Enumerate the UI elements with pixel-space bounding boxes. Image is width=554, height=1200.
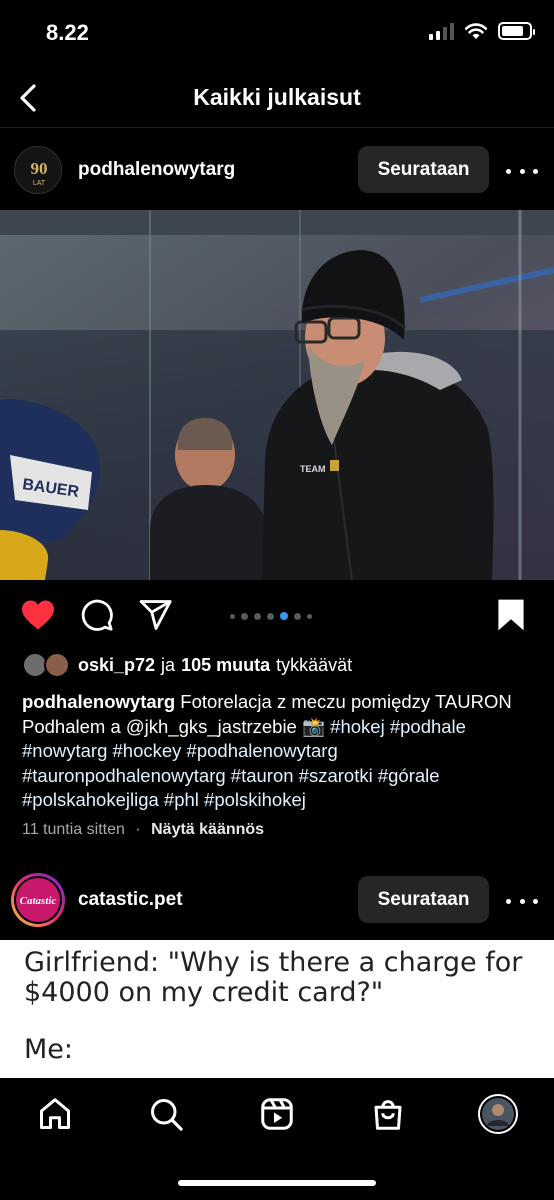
more-options-button[interactable] (506, 891, 538, 911)
cellular-signal-icon (429, 22, 454, 40)
liker-username[interactable]: oski_p72 (78, 655, 155, 676)
send-paper-plane-icon (139, 600, 172, 630)
svg-text:90: 90 (31, 159, 48, 178)
tab-home[interactable] (33, 1092, 77, 1136)
carousel-dot (254, 612, 261, 620)
anniversary-logo: 90 LAT (16, 148, 61, 193)
post-photo[interactable]: BAUER TEAM (0, 210, 554, 580)
meme-text: Me: (24, 1034, 74, 1065)
avatar (44, 652, 70, 678)
following-button[interactable]: Seurataan (358, 876, 489, 923)
meta-separator: · (135, 821, 141, 838)
comment-bubble-icon (81, 599, 113, 631)
catastic-logo-text: Catastic (20, 895, 57, 907)
wifi-icon (464, 23, 488, 39)
page-title: Kaikki julkaisut (193, 84, 361, 110)
save-button[interactable] (492, 596, 530, 634)
post-image[interactable]: Girlfriend: "Why is there a charge for $… (0, 940, 554, 1078)
carousel-dot (241, 612, 248, 620)
post-header: 90 LAT podhalenowytarg Seurataan (0, 130, 554, 210)
carousel-dot (230, 613, 235, 619)
status-icons (429, 22, 535, 40)
search-icon (151, 1099, 183, 1131)
share-button[interactable] (137, 596, 175, 634)
heart-filled-icon (22, 600, 54, 630)
carousel-dot (267, 612, 274, 620)
avatar[interactable]: Catastic (10, 872, 66, 928)
catastic-logo: Catastic (11, 873, 65, 927)
post-actions (0, 588, 554, 642)
hockey-coach-photo: BAUER TEAM (0, 210, 554, 580)
tab-reels[interactable] (255, 1092, 299, 1136)
meme-text: Girlfriend: "Why is there a charge for $… (24, 947, 523, 1008)
post-caption: podhalenowytarg Fotorelacja z meczu pomi… (22, 690, 537, 813)
likes-row[interactable]: oski_p72 ja 105 muuta tykkäävät (22, 650, 352, 680)
caption-username[interactable]: podhalenowytarg (22, 691, 175, 712)
liker-avatars (22, 651, 74, 679)
post-meta: 11 tuntia sitten · Näytä käännös (22, 821, 264, 839)
tab-profile[interactable] (476, 1092, 520, 1136)
avatar[interactable]: 90 LAT (14, 146, 62, 194)
svg-text:LAT: LAT (33, 180, 46, 187)
carousel-dot-active (280, 612, 288, 620)
more-options-button[interactable] (506, 161, 538, 181)
jacket-logo-text: TEAM (300, 464, 326, 474)
status-bar: 8.22 (0, 0, 554, 70)
translate-link[interactable]: Näytä käännös (151, 821, 264, 838)
tab-shop[interactable] (366, 1092, 410, 1136)
comment-button[interactable] (78, 596, 116, 634)
tab-search[interactable] (144, 1092, 188, 1136)
likes-count[interactable]: 105 muuta (181, 655, 270, 676)
carousel-dot (307, 613, 312, 619)
home-indicator[interactable] (178, 1180, 376, 1186)
reels-icon (261, 1098, 293, 1130)
status-time: 8.22 (46, 20, 89, 45)
post-timestamp: 11 tuntia sitten (22, 821, 125, 838)
bookmark-filled-icon (498, 599, 524, 631)
profile-avatar (478, 1094, 518, 1134)
nav-header: Kaikki julkaisut (0, 70, 554, 128)
carousel-dot (294, 612, 301, 620)
post-username[interactable]: catastic.pet (78, 889, 183, 911)
shopping-bag-icon (374, 1100, 402, 1130)
likes-conj: ja (161, 654, 176, 675)
likes-suffix: tykkäävät (276, 654, 353, 675)
following-button[interactable]: Seurataan (358, 146, 489, 193)
like-button[interactable] (19, 596, 57, 634)
post-header: Catastic catastic.pet Seurataan (0, 860, 554, 940)
home-icon (40, 1098, 70, 1129)
battery-icon (498, 22, 535, 40)
post-username[interactable]: podhalenowytarg (78, 159, 235, 181)
carousel-indicator (230, 612, 312, 620)
